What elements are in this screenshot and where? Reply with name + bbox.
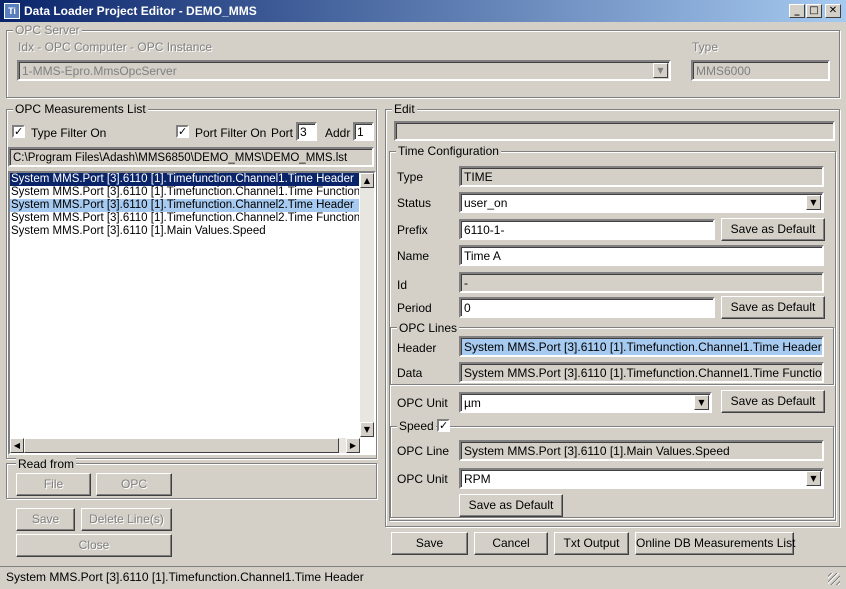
addr-input[interactable]: 1 (353, 122, 374, 141)
type-filter-checkbox[interactable]: ✓ (12, 125, 25, 138)
speed-opc-line-field: System MMS.Port [3].6110 [1].Main Values… (459, 440, 824, 461)
opc-unit-save-default-button[interactable]: Save as Default (721, 390, 825, 413)
chevron-down-icon[interactable]: ▼ (806, 471, 821, 486)
header-field: System MMS.Port [3].6110 [1].Timefunctio… (459, 336, 824, 357)
opc-unit-label: OPC Unit (397, 396, 448, 410)
list-item[interactable]: System MMS.Port [3].6110 [1].Timefunctio… (10, 199, 359, 212)
list-file-path: C:\Program Files\Adash\MMS6850\DEMO_MMS\… (8, 147, 374, 167)
edit-legend: Edit (392, 102, 417, 116)
cancel-button[interactable]: Cancel (474, 532, 548, 555)
window-title: Data Loader Project Editor - DEMO_MMS (24, 4, 257, 18)
close-window-button[interactable]: ✕ (825, 4, 841, 18)
port-filter-checkbox[interactable]: ✓ (176, 125, 189, 138)
scroll-down-icon[interactable]: ▼ (360, 422, 374, 437)
tc-period-label: Period (397, 301, 432, 315)
close-button[interactable]: Close (16, 534, 172, 557)
tc-status-value: user_on (464, 196, 508, 210)
minimize-button[interactable]: _ (789, 4, 805, 18)
read-file-button[interactable]: File (16, 473, 91, 496)
tc-prefix-input[interactable]: 6110-1- (459, 219, 715, 240)
list-item[interactable]: System MMS.Port [3].6110 [1].Timefunctio… (10, 212, 359, 225)
measurements-listbox[interactable]: System MMS.Port [3].6110 [1].Timefunctio… (8, 171, 376, 455)
left-save-button[interactable]: Save (16, 508, 75, 531)
save-button[interactable]: Save (391, 532, 468, 555)
speed-opc-unit-select[interactable]: RPM ▼ (459, 468, 824, 489)
period-save-default-button[interactable]: Save as Default (721, 296, 825, 319)
tc-id-field: - (459, 272, 824, 293)
tc-type-label: Type (397, 170, 424, 184)
opc-unit-value: µm (464, 396, 481, 410)
data-label: Data (397, 366, 423, 380)
header-label: Header (397, 341, 437, 355)
opc-lines-legend: OPC Lines (397, 321, 460, 335)
horizontal-scrollbar[interactable]: ◀ ▶ (10, 438, 360, 453)
online-db-measurements-button[interactable]: Online DB Measurements List (635, 532, 795, 555)
status-text: System MMS.Port [3].6110 [1].Timefunctio… (6, 570, 364, 584)
tc-id-label: Id (397, 278, 408, 292)
list-item[interactable]: System MMS.Port [3].6110 [1].Timefunctio… (10, 173, 359, 186)
tc-name-input[interactable]: Time A (459, 245, 824, 266)
scroll-up-icon[interactable]: ▲ (360, 173, 374, 188)
port-label: Port (271, 126, 294, 140)
opc-server-value: 1-MMS-Epro.MmsOpcServer (22, 64, 177, 78)
server-type-field: MMS6000 (691, 60, 830, 81)
port-filter-label[interactable]: Port Filter On (195, 126, 266, 140)
chevron-down-icon[interactable]: ▼ (806, 195, 821, 210)
app-icon: Ti (4, 3, 20, 19)
tc-type-field: TIME (459, 166, 824, 187)
opc-server-select[interactable]: 1-MMS-Epro.MmsOpcServer ▼ (17, 60, 671, 81)
vertical-scrollbar[interactable]: ▲ ▼ (360, 173, 374, 437)
list-item[interactable]: System MMS.Port [3].6110 [1].Main Values… (10, 225, 359, 238)
opc-unit-select[interactable]: µm ▼ (459, 392, 712, 413)
title-bar[interactable]: Ti Data Loader Project Editor - DEMO_MMS… (0, 0, 846, 22)
scroll-thumb[interactable] (24, 438, 339, 453)
addr-label: Addr (325, 126, 351, 140)
maximize-button[interactable]: □ (806, 4, 822, 18)
time-configuration-legend: Time Configuration (396, 144, 501, 158)
speed-opc-unit-value: RPM (464, 472, 491, 486)
scroll-left-icon[interactable]: ◀ (10, 438, 24, 453)
type-label: Type (692, 40, 719, 54)
delete-lines-button[interactable]: Delete Line(s) (81, 508, 172, 531)
speed-opc-line-label: OPC Line (397, 444, 450, 458)
speed-checkbox[interactable]: ✓ (437, 419, 450, 432)
edit-field (394, 121, 835, 141)
chevron-down-icon[interactable]: ▼ (694, 395, 709, 410)
prefix-save-default-button[interactable]: Save as Default (721, 218, 825, 241)
resize-grip-icon[interactable] (828, 573, 840, 585)
speed-save-default-button[interactable]: Save as Default (459, 494, 563, 517)
speed-opc-unit-label: OPC Unit (397, 472, 448, 486)
tc-status-label: Status (397, 196, 432, 210)
tc-status-select[interactable]: user_on ▼ (459, 192, 824, 213)
list-item[interactable]: System MMS.Port [3].6110 [1].Timefunctio… (10, 186, 359, 199)
scroll-right-icon[interactable]: ▶ (346, 438, 360, 453)
tc-period-input[interactable]: 0 (459, 297, 715, 318)
txt-output-button[interactable]: Txt Output (554, 532, 629, 555)
status-bar: System MMS.Port [3].6110 [1].Timefunctio… (0, 566, 846, 589)
read-opc-button[interactable]: OPC (96, 473, 172, 496)
idx-label: Idx - OPC Computer - OPC Instance (18, 40, 213, 54)
speed-legend: Speed (397, 419, 436, 433)
measurements-legend: OPC Measurements List (13, 102, 148, 116)
measurements-list-items: System MMS.Port [3].6110 [1].Timefunctio… (10, 173, 359, 437)
data-field: System MMS.Port [3].6110 [1].Timefunctio… (459, 362, 824, 383)
port-input[interactable]: 3 (296, 122, 317, 141)
opc-server-legend: OPC Server (13, 23, 82, 37)
chevron-down-icon[interactable]: ▼ (653, 63, 668, 78)
type-filter-label[interactable]: Type Filter On (31, 126, 106, 140)
read-from-legend: Read from (16, 457, 77, 471)
tc-name-label: Name (397, 249, 430, 263)
tc-prefix-label: Prefix (397, 223, 428, 237)
